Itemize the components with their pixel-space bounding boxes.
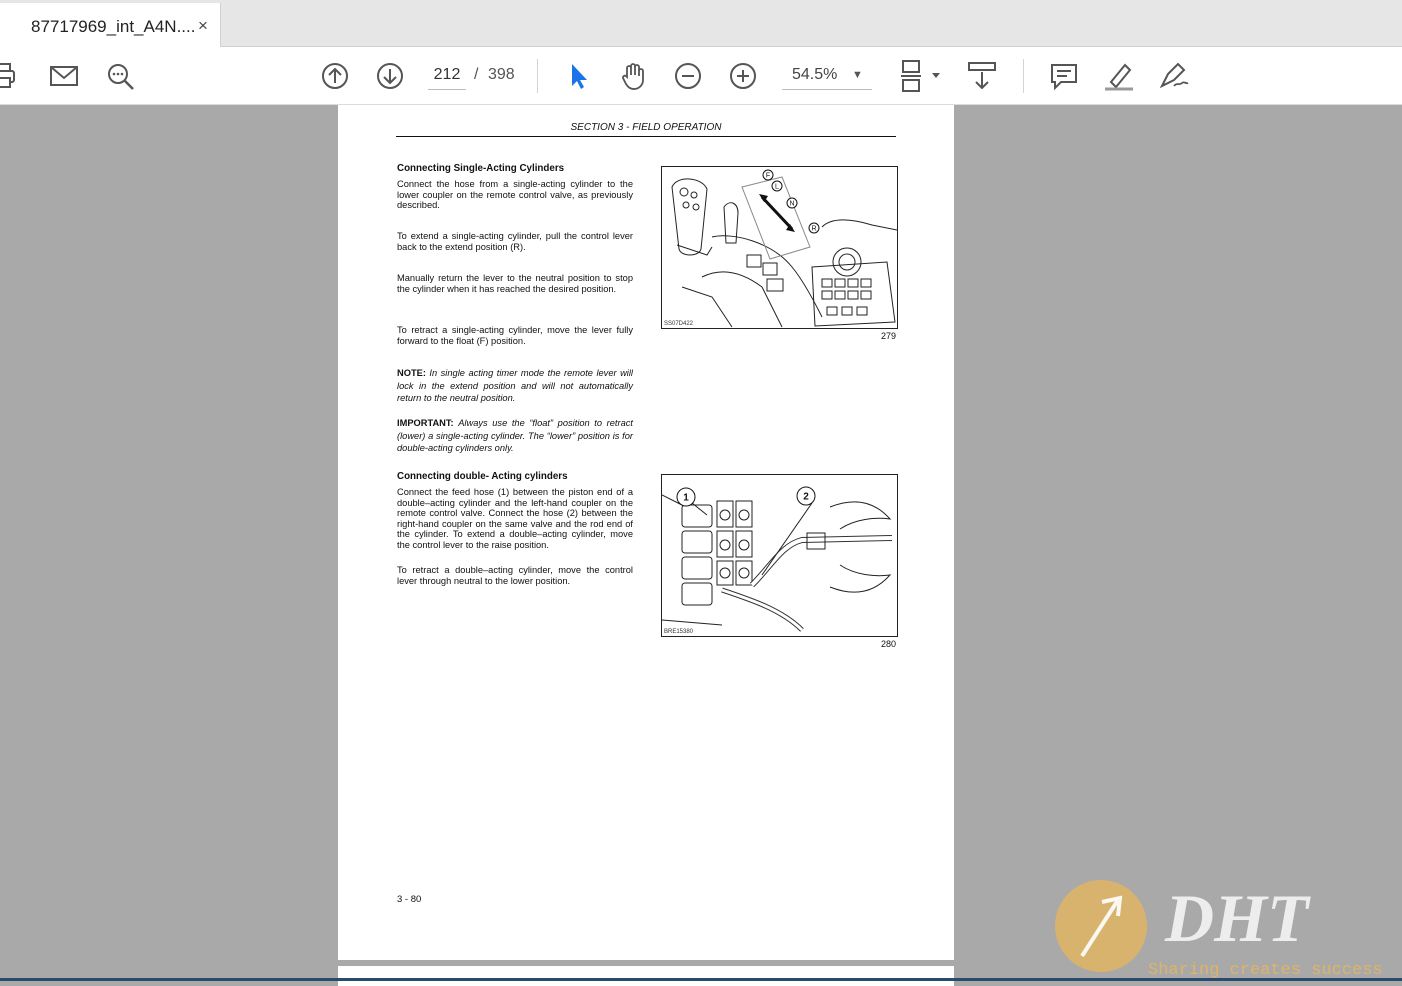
zoom-value: 54.5% (792, 66, 838, 83)
note: NOTE: In single acting timer mode the re… (397, 367, 633, 405)
email-icon[interactable] (47, 59, 81, 93)
toolbar: 212 / 398 54.5% ▼ (0, 47, 1402, 105)
note-label: NOTE: (397, 368, 426, 378)
paragraph: To retract a single-acting cylinder, mov… (397, 325, 633, 346)
paragraph: To extend a single-acting cylinder, pull… (397, 231, 633, 252)
figure-number: 279 (881, 331, 897, 341)
print-icon[interactable] (0, 59, 24, 93)
document-tab[interactable]: 87717969_int_A4N.... × (0, 3, 221, 47)
paragraph: Connect the feed hose (1) between the pi… (397, 487, 633, 550)
paragraph: Connect the hose from a single-acting cy… (397, 179, 633, 210)
note-text: In single acting timer mode the remote l… (397, 368, 633, 403)
figure-code: SS07D422 (664, 321, 694, 327)
search-zoom-icon[interactable] (103, 59, 137, 93)
lever-illustration: F L N R (671, 169, 897, 328)
fig2-label: 1 (683, 493, 689, 504)
important-label: IMPORTANT: (397, 418, 454, 428)
tab-close-button[interactable]: × (198, 16, 208, 36)
scroll-mode-icon[interactable] (965, 59, 999, 93)
page-total: 398 (488, 66, 515, 83)
tab-title: 87717969_int_A4N.... (31, 17, 196, 36)
figure-control-lever: F L N R SS07D422 (661, 166, 898, 329)
coupler-illustration: 1 2 (662, 486, 893, 632)
section-title: Connecting double- Acting cylinders (397, 471, 633, 483)
zoom-out-icon[interactable] (671, 59, 705, 93)
select-cursor-icon[interactable] (561, 59, 595, 93)
important-note: IMPORTANT: Always use the “float” positi… (397, 417, 633, 455)
zoom-in-icon[interactable] (726, 59, 760, 93)
page-fit-icon[interactable] (897, 59, 943, 93)
zoom-select[interactable]: 54.5% ▼ (782, 61, 872, 90)
chevron-down-icon: ▼ (852, 69, 863, 81)
sign-icon[interactable] (1157, 59, 1191, 93)
comment-icon[interactable] (1047, 59, 1081, 93)
section-title-text: Connecting Single-Acting Cylinders (397, 163, 565, 174)
page-down-icon[interactable] (373, 59, 407, 93)
figure-number: 280 (881, 639, 897, 649)
figure-code: BRE15380 (664, 629, 694, 635)
toolbar-divider (537, 59, 538, 93)
fig1-label: L (775, 184, 779, 191)
toolbar-divider (1023, 59, 1024, 93)
section-header: SECTION 3 - FIELD OPERATION (570, 122, 722, 133)
fig1-label: N (789, 201, 794, 208)
figure-couplers: 1 2 BRE15380 (661, 474, 898, 637)
tab-bar: 87717969_int_A4N.... × (0, 0, 1402, 47)
section-title-text: Connecting double- Acting cylinders (397, 471, 568, 482)
paragraph: Manually return the lever to the neutral… (397, 273, 633, 294)
header-rule (396, 136, 896, 137)
hand-icon[interactable] (616, 59, 650, 93)
page-number-input[interactable]: 212 (428, 61, 466, 90)
fig1-label: R (811, 226, 816, 233)
section-title: Connecting Single-Acting Cylinders (397, 163, 633, 175)
next-page-edge (338, 966, 954, 986)
fig1-label: F (766, 173, 770, 180)
watermark-brand: DHT (1164, 880, 1311, 956)
fig2-label: 2 (803, 492, 809, 503)
paragraph: To retract a double–acting cylinder, mov… (397, 565, 633, 586)
page-separator: / (474, 66, 479, 83)
document-page: SECTION 3 - FIELD OPERATION Connecting S… (338, 105, 954, 960)
watermark: DHT Sharing creates success (1050, 878, 1402, 981)
highlight-icon[interactable] (1102, 59, 1136, 93)
page-footer-number: 3 - 80 (397, 894, 422, 905)
page-up-icon[interactable] (318, 59, 352, 93)
